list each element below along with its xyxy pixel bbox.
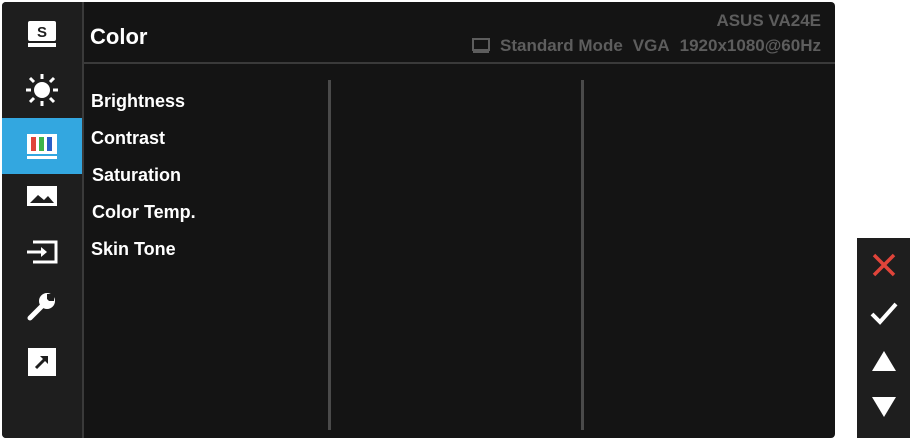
mode-label: Standard Mode <box>500 36 623 55</box>
monitor-model: ASUS VA24E <box>716 11 821 30</box>
close-button[interactable] <box>857 240 910 290</box>
menu-item-brightness[interactable]: Brightness <box>91 91 185 112</box>
menu-item-saturation[interactable]: Saturation <box>92 165 181 186</box>
menu-item-color-temp[interactable]: Color Temp. <box>92 202 196 223</box>
menu-item-contrast[interactable]: Contrast <box>91 128 165 149</box>
splendid-icon: S <box>28 21 56 47</box>
column-divider-1 <box>328 80 331 430</box>
status-bar: Standard Mode VGA 1920x1080@60Hz <box>472 36 821 56</box>
close-icon <box>872 253 895 277</box>
image-icon <box>27 186 57 206</box>
navigation-keys <box>857 238 910 438</box>
shortcut-icon <box>28 348 56 376</box>
menu-item-skin-tone[interactable]: Skin Tone <box>91 239 176 260</box>
input-select-icon <box>27 240 58 264</box>
page-title: Color <box>90 24 148 49</box>
sidebar-item-color[interactable] <box>2 118 82 174</box>
column-divider-2 <box>581 80 584 430</box>
up-arrow-icon <box>871 351 896 371</box>
sidebar-item-image[interactable] <box>2 168 82 224</box>
sidebar-item-shortcut[interactable] <box>2 334 82 390</box>
down-button[interactable] <box>857 382 910 432</box>
sidebar-item-system-setup[interactable] <box>2 278 82 334</box>
input-label: VGA <box>632 36 670 55</box>
check-icon <box>870 302 897 325</box>
osd-menu-panel: S Color ASUS VA24E Standard Mode VGA 192… <box>2 2 835 438</box>
sidebar-item-input-select[interactable] <box>2 224 82 280</box>
sidebar-item-splendid[interactable]: S <box>2 6 82 62</box>
svg-text:S: S <box>37 24 47 41</box>
down-arrow-icon <box>871 397 896 417</box>
up-button[interactable] <box>857 336 910 386</box>
system-setup-icon <box>27 293 55 321</box>
header-divider <box>84 62 835 64</box>
confirm-button[interactable] <box>857 288 910 338</box>
resolution-label: 1920x1080@60Hz <box>679 36 821 55</box>
sidebar-item-brightness[interactable] <box>2 62 82 118</box>
brightness-icon <box>26 74 58 106</box>
color-icon <box>27 134 57 159</box>
monitor-icon <box>472 38 490 53</box>
sidebar: S <box>2 2 84 438</box>
